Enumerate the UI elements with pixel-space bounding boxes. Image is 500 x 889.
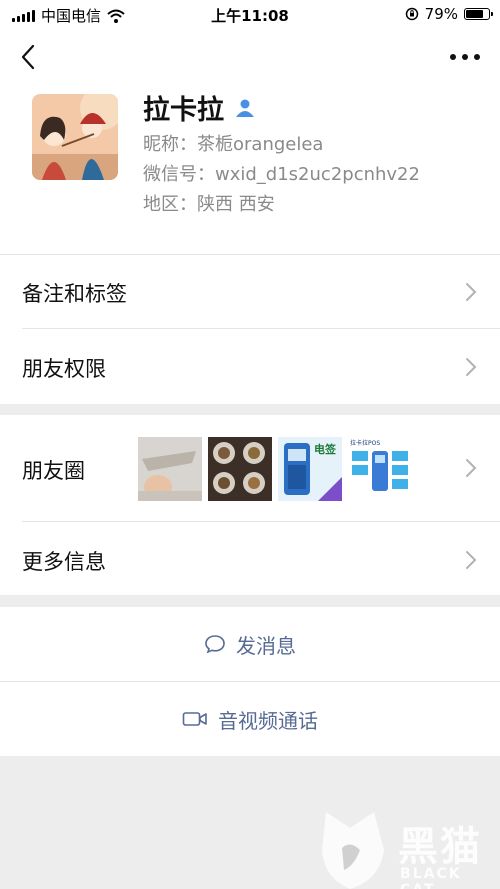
permissions-label: 朋友权限 bbox=[22, 357, 106, 381]
chevron-right-icon bbox=[466, 358, 477, 376]
video-call-button[interactable]: 音视频通话 bbox=[0, 682, 500, 756]
ellipsis-dot bbox=[462, 54, 468, 60]
ellipsis-dot bbox=[474, 54, 480, 60]
moments-thumb bbox=[138, 437, 202, 501]
moments-thumb bbox=[208, 437, 272, 501]
moments-label: 朋友圈 bbox=[22, 459, 85, 483]
battery-icon bbox=[464, 8, 493, 20]
avatar[interactable] bbox=[32, 94, 118, 180]
more-info-label: 更多信息 bbox=[22, 550, 106, 574]
orientation-lock-icon bbox=[405, 7, 418, 21]
chevron-right-icon bbox=[466, 283, 477, 301]
watermark: 黑猫 BLACK CAT bbox=[320, 810, 500, 889]
contact-name: 拉卡拉 bbox=[143, 95, 224, 126]
moments-thumb-caption: 电签 bbox=[314, 443, 336, 456]
chevron-right-icon bbox=[466, 459, 477, 477]
moments-thumb-caption: 拉卡拉POS bbox=[350, 440, 381, 447]
more-button[interactable] bbox=[450, 44, 480, 70]
chevron-right-icon bbox=[466, 551, 477, 569]
moments-thumbnails: 电签 拉卡拉POS bbox=[138, 437, 412, 501]
person-icon bbox=[236, 99, 254, 117]
send-message-button[interactable]: 发消息 bbox=[0, 607, 500, 681]
profile-card: 拉卡拉 昵称：茶栀orangelea 微信号：wxid_d1s2uc2pcnhv… bbox=[0, 86, 500, 254]
nickname-line: 昵称：茶栀orangelea bbox=[143, 134, 324, 155]
moments-thumb: 电签 bbox=[278, 437, 342, 501]
remarks-cell[interactable]: 备注和标签 bbox=[0, 254, 500, 328]
chevron-left-icon bbox=[21, 44, 35, 70]
moments-group: 朋友圈 电签 拉卡拉POS 更多信息 bbox=[0, 415, 500, 595]
send-message-label: 发消息 bbox=[236, 633, 296, 658]
moments-thumb: 拉卡拉POS bbox=[348, 437, 412, 501]
status-right: 79% bbox=[405, 5, 493, 23]
battery-fill bbox=[466, 10, 484, 18]
settings-group: 备注和标签 朋友权限 bbox=[0, 254, 500, 404]
cat-logo-icon bbox=[322, 812, 384, 889]
permissions-cell[interactable]: 朋友权限 bbox=[0, 329, 500, 403]
moments-cell[interactable]: 朋友圈 电签 拉卡拉POS bbox=[0, 415, 500, 521]
ellipsis-dot bbox=[450, 54, 456, 60]
watermark-subtitle: BLACK CAT bbox=[400, 866, 462, 889]
more-info-cell[interactable]: 更多信息 bbox=[0, 522, 500, 595]
wechat-id-line: 微信号：wxid_d1s2uc2pcnhv22 bbox=[143, 164, 420, 185]
watermark-title: 黑猫 bbox=[398, 824, 482, 870]
back-button[interactable] bbox=[14, 42, 44, 72]
video-camera-icon bbox=[182, 712, 207, 726]
chat-bubble-icon bbox=[205, 635, 225, 654]
status-bar: 中国电信 上午11:08 79% bbox=[0, 0, 500, 30]
nav-bar bbox=[0, 30, 500, 86]
video-call-label: 音视频通话 bbox=[218, 708, 318, 733]
region-line: 地区：陕西 西安 bbox=[143, 194, 275, 215]
name-row: 拉卡拉 bbox=[143, 88, 256, 127]
battery-percent: 79% bbox=[424, 5, 458, 23]
remarks-label: 备注和标签 bbox=[22, 282, 127, 306]
